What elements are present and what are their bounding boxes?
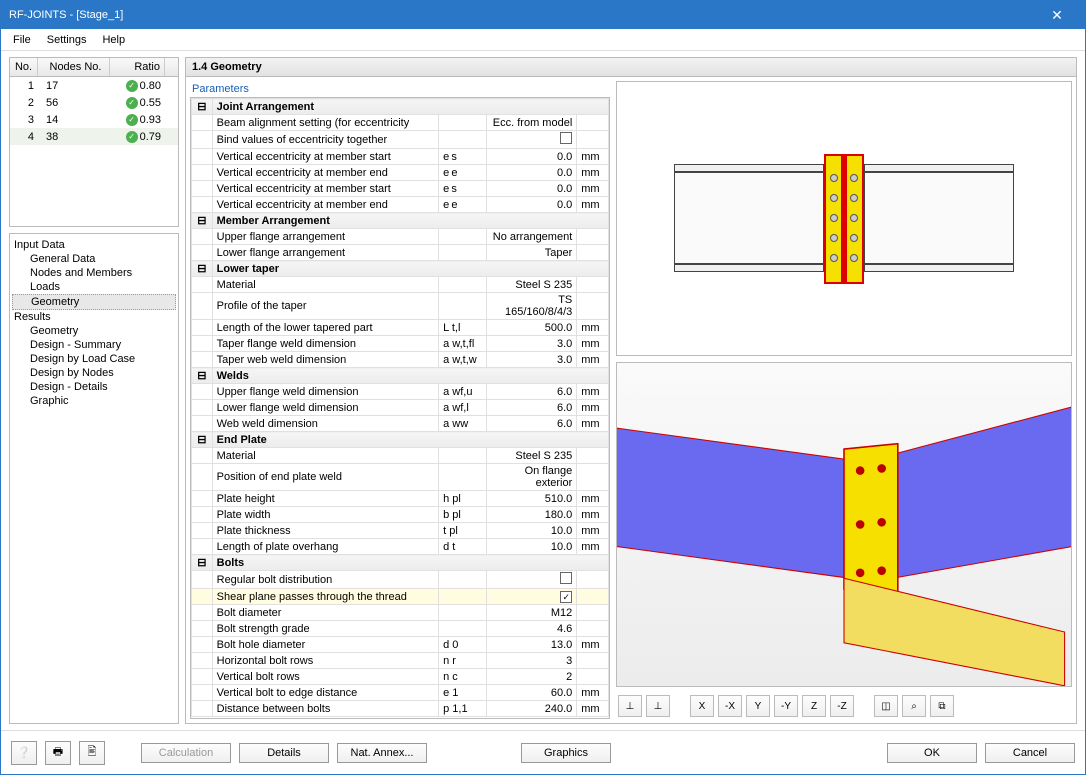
- col-no: No.: [10, 58, 38, 76]
- param-row[interactable]: Bolt hole diameterd 013.0mm: [192, 637, 609, 653]
- param-row[interactable]: Vertical eccentricity at member ende e0.…: [192, 165, 609, 181]
- param-row[interactable]: Vertical eccentricity at member ende e0.…: [192, 197, 609, 213]
- table-row[interactable]: 438✓0.79: [10, 128, 178, 145]
- preview-2d[interactable]: [616, 81, 1072, 356]
- param-row[interactable]: Upper flange arrangementNo arrangement: [192, 229, 609, 245]
- tree-item[interactable]: Design by Nodes: [12, 366, 176, 380]
- param-row[interactable]: Length of the lower tapered partL t,l500…: [192, 320, 609, 336]
- param-group[interactable]: ⊟Lower taper: [192, 261, 609, 277]
- tree-item[interactable]: Graphic: [12, 394, 176, 408]
- param-row[interactable]: Bolt diameterM12: [192, 605, 609, 621]
- param-row[interactable]: Horizontal bolt rowsn r3: [192, 653, 609, 669]
- view-icon[interactable]: -X: [718, 695, 742, 717]
- tree-item[interactable]: Design - Summary: [12, 338, 176, 352]
- title-bar: RF-JOINTS - [Stage_1] ✕: [1, 1, 1085, 29]
- param-row[interactable]: Plate thicknesst pl10.0mm: [192, 523, 609, 539]
- table-row[interactable]: 256✓0.55: [10, 94, 178, 111]
- tree-group[interactable]: Input Data: [12, 238, 176, 252]
- export-icon[interactable]: 🖶: [45, 741, 71, 765]
- view-icon[interactable]: ⊥: [646, 695, 670, 717]
- param-row[interactable]: Lower flange weld dimensiona wf,l6.0mm: [192, 400, 609, 416]
- param-row[interactable]: Plate heighth pl510.0mm: [192, 491, 609, 507]
- col-nodes: Nodes No.: [38, 58, 110, 76]
- param-group[interactable]: ⊟Member Arrangement: [192, 213, 609, 229]
- param-row[interactable]: Plate widthb pl180.0mm: [192, 507, 609, 523]
- param-row[interactable]: MaterialSteel S 235: [192, 277, 609, 293]
- param-row[interactable]: Vertical bolt to edge distancee 160.0mm: [192, 685, 609, 701]
- view-icon[interactable]: -Z: [830, 695, 854, 717]
- param-row[interactable]: Vertical eccentricity at member starte s…: [192, 149, 609, 165]
- param-row[interactable]: Bind values of eccentricity together: [192, 131, 609, 149]
- menu-settings[interactable]: Settings: [39, 32, 95, 48]
- menu-help[interactable]: Help: [94, 32, 133, 48]
- table-row[interactable]: 117✓0.80: [10, 77, 178, 94]
- panel-title: 1.4 Geometry: [186, 58, 1076, 77]
- param-row[interactable]: Regular bolt distribution: [192, 571, 609, 589]
- tree-item[interactable]: Design - Details: [12, 380, 176, 394]
- param-row[interactable]: Shear plane passes through the thread✓: [192, 589, 609, 605]
- view-toolbar: ⊥⊥ X-XY-YZ-Z ◫⌕⧉: [616, 693, 1072, 719]
- tree-item[interactable]: Geometry: [12, 324, 176, 338]
- col-ratio: Ratio: [110, 58, 165, 76]
- check-icon: ✓: [126, 131, 138, 143]
- tree-item[interactable]: Geometry: [12, 294, 176, 310]
- param-group[interactable]: ⊟Welds: [192, 368, 609, 384]
- menu-bar: File Settings Help: [1, 29, 1085, 51]
- view-icon[interactable]: Y: [746, 695, 770, 717]
- view-icon[interactable]: X: [690, 695, 714, 717]
- view-icon[interactable]: -Y: [774, 695, 798, 717]
- param-row[interactable]: Bolt strength grade4.6: [192, 621, 609, 637]
- param-row[interactable]: MaterialSteel S 235: [192, 448, 609, 464]
- param-row[interactable]: Distance between boltsp 1,1240.0mm: [192, 701, 609, 717]
- calculation-button[interactable]: Calculation: [141, 743, 231, 763]
- param-row[interactable]: Position of end plate weldOn flange exte…: [192, 464, 609, 491]
- check-icon: ✓: [126, 114, 138, 126]
- cancel-button[interactable]: Cancel: [985, 743, 1075, 763]
- param-row[interactable]: Web weld dimensiona ww6.0mm: [192, 416, 609, 432]
- view-icon[interactable]: Z: [802, 695, 826, 717]
- parameters-grid[interactable]: ⊟Joint ArrangementBeam alignment setting…: [190, 97, 610, 719]
- nat-annex-button[interactable]: Nat. Annex...: [337, 743, 427, 763]
- view-icon[interactable]: ⧉: [930, 695, 954, 717]
- view-icon[interactable]: ⊥: [618, 695, 642, 717]
- param-row[interactable]: Length of plate overhangd t10.0mm: [192, 539, 609, 555]
- param-row[interactable]: Beam alignment setting (for eccentricity…: [192, 115, 609, 131]
- ok-button[interactable]: OK: [887, 743, 977, 763]
- view-icon[interactable]: ◫: [874, 695, 898, 717]
- parameters-label: Parameters: [190, 81, 610, 97]
- param-row[interactable]: Taper flange weld dimensiona w,t,fl3.0mm: [192, 336, 609, 352]
- details-button[interactable]: Details: [239, 743, 329, 763]
- param-row[interactable]: Vertical eccentricity at member starte s…: [192, 181, 609, 197]
- param-row[interactable]: Taper web weld dimensiona w,t,w3.0mm: [192, 352, 609, 368]
- export2-icon[interactable]: 🖹: [79, 741, 105, 765]
- param-group[interactable]: ⊟Bolts: [192, 555, 609, 571]
- param-row[interactable]: Profile of the taperTS 165/160/8/4/3: [192, 293, 609, 320]
- footer-bar: ❔ 🖶 🖹 Calculation Details Nat. Annex... …: [1, 730, 1085, 774]
- param-group[interactable]: ⊟End Plate: [192, 432, 609, 448]
- close-icon[interactable]: ✕: [1037, 7, 1077, 24]
- param-row[interactable]: Lower flange arrangementTaper: [192, 245, 609, 261]
- param-group[interactable]: ⊟Joint Arrangement: [192, 99, 609, 115]
- help-icon[interactable]: ❔: [11, 741, 37, 765]
- view-icon[interactable]: ⌕: [902, 695, 926, 717]
- tree-group[interactable]: Results: [12, 310, 176, 324]
- tree-item[interactable]: General Data: [12, 252, 176, 266]
- check-icon: ✓: [126, 97, 138, 109]
- graphics-button[interactable]: Graphics: [521, 743, 611, 763]
- window-title: RF-JOINTS - [Stage_1]: [9, 9, 1037, 21]
- param-row[interactable]: Vertical bolt rowsn c2: [192, 669, 609, 685]
- check-icon: ✓: [126, 80, 138, 92]
- menu-file[interactable]: File: [5, 32, 39, 48]
- param-row[interactable]: Upper flange weld dimensiona wf,u6.0mm: [192, 384, 609, 400]
- tree-item[interactable]: Design by Load Case: [12, 352, 176, 366]
- table-row[interactable]: 314✓0.93: [10, 111, 178, 128]
- preview-3d[interactable]: [616, 362, 1072, 687]
- node-table[interactable]: No. Nodes No. Ratio 117✓0.80256✓0.55314✓…: [9, 57, 179, 227]
- nav-tree[interactable]: Input DataGeneral DataNodes and MembersL…: [9, 233, 179, 724]
- tree-item[interactable]: Loads: [12, 280, 176, 294]
- tree-item[interactable]: Nodes and Members: [12, 266, 176, 280]
